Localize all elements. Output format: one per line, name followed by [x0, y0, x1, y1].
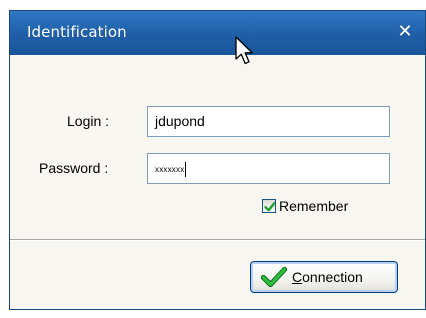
password-value: xxxxxxx [155, 164, 185, 174]
login-input[interactable]: jdupond [147, 106, 390, 137]
connection-button[interactable]: Connection [250, 261, 398, 293]
remember-label: Remember [279, 198, 349, 214]
close-button[interactable]: ✕ [395, 20, 415, 44]
dialog-body: Login : jdupond Password : xxxxxxx Remem… [10, 55, 425, 309]
password-label: Password : [39, 160, 109, 176]
title-bar[interactable]: Identification ✕ [10, 11, 425, 55]
login-value: jdupond [155, 113, 205, 129]
connection-label: Connection [292, 269, 363, 285]
checkmark-icon [264, 202, 276, 212]
separator [10, 239, 425, 241]
password-input[interactable]: xxxxxxx [147, 153, 390, 184]
close-icon: ✕ [397, 21, 413, 42]
login-label: Login : [67, 113, 110, 129]
remember-checkbox[interactable]: Remember [262, 198, 348, 214]
window-title: Identification [27, 23, 127, 41]
checkbox-box[interactable] [262, 199, 276, 213]
identification-dialog: Identification ✕ Login : jdupond Passwor… [9, 10, 426, 310]
text-caret [185, 161, 187, 177]
mouse-pointer-icon [235, 36, 253, 65]
green-checkmark-icon [261, 266, 287, 288]
